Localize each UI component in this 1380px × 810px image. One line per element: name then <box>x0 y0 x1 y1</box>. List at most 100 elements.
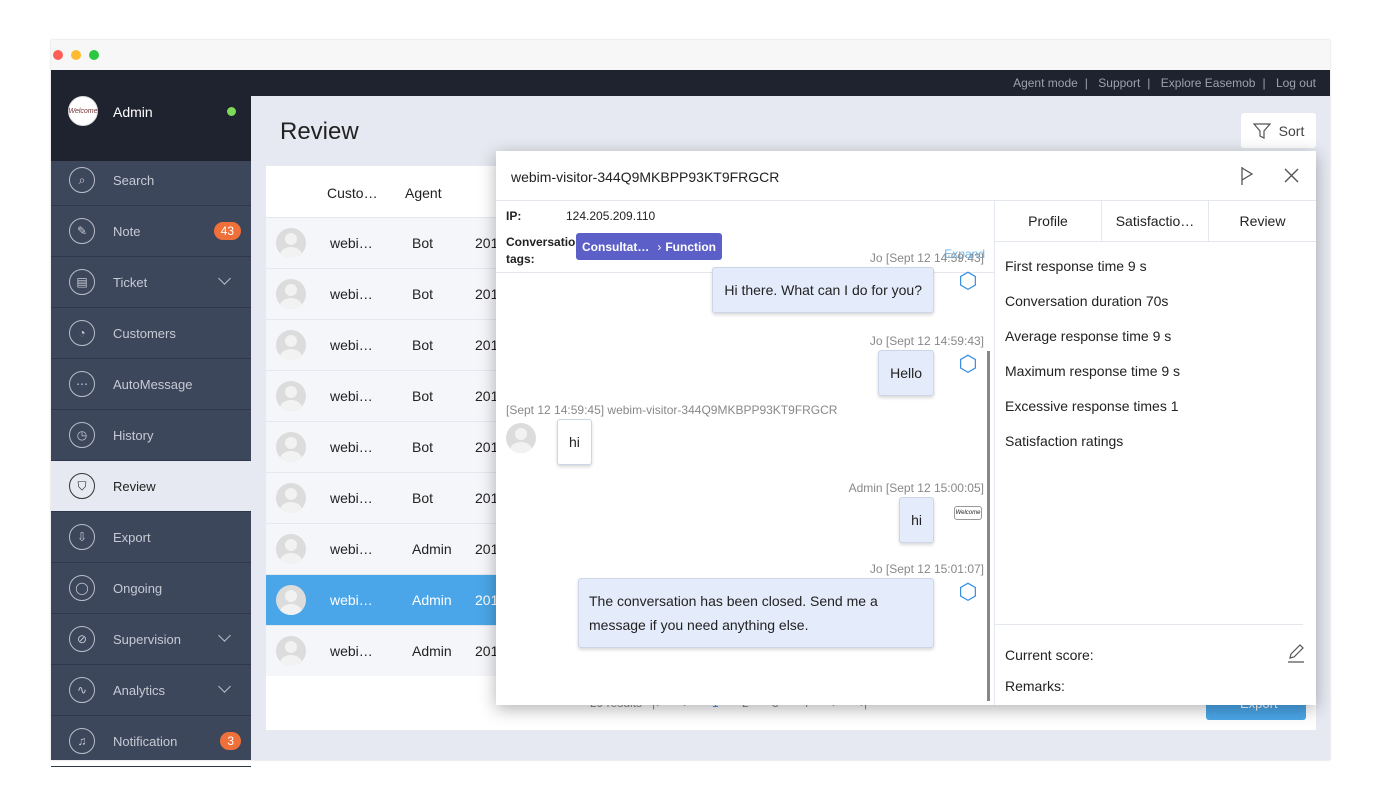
sidebar-item-label: Supervision <box>113 631 181 647</box>
visitor-avatar <box>506 423 536 453</box>
message-meta: [Sept 12 14:59:45] webim-visitor-344Q9MK… <box>506 403 838 417</box>
customer-cell: webi… <box>330 286 373 302</box>
tag-consultation[interactable]: Consultat… <box>576 240 657 254</box>
agent-cell: Admin <box>412 643 452 659</box>
date-cell: 201 <box>475 643 499 659</box>
avatar[interactable]: Welcome <box>68 96 98 126</box>
customer-avatar <box>276 534 306 564</box>
chevron-down-icon[interactable] <box>218 272 231 285</box>
chevron-down-icon[interactable] <box>218 680 231 693</box>
analytics-icon: ∿ <box>69 677 95 703</box>
sidebar-item-notification[interactable]: ♫ Notification 3 <box>51 716 251 767</box>
bot-avatar-icon: ⬡ <box>958 268 978 293</box>
admin-avatar: Welcome <box>954 506 982 520</box>
date-cell: 201 <box>475 286 499 302</box>
maximize-window-button[interactable] <box>89 50 99 60</box>
conversation-tags: Consultat… › Function <box>576 233 722 260</box>
sidebar-item-label: History <box>113 427 154 443</box>
sidebar-item-ongoing[interactable]: ◯ Ongoing <box>51 563 251 614</box>
message-bubble: The conversation has been closed. Send m… <box>578 578 934 648</box>
sidebar-item-label: AutoMessage <box>113 376 193 392</box>
customer-avatar <box>276 330 306 360</box>
sidebar-item-customers[interactable]: ◔ Customers <box>51 308 251 359</box>
history-icon: ◷ <box>69 422 95 448</box>
sidebar-item-ticket[interactable]: ▤ Ticket <box>51 257 251 308</box>
close-icon[interactable] <box>1284 168 1299 183</box>
agent-cell: Bot <box>412 388 434 404</box>
chat-pane: IP: 124.205.209.110 Conversation tags: C… <box>496 201 995 705</box>
sidebar-item-label: Search <box>113 172 155 188</box>
supervision-icon: ⊘ <box>69 626 95 652</box>
tag-function[interactable]: Function <box>661 240 722 254</box>
sidebar-item-label: Customers <box>113 325 176 341</box>
customers-icon: ◔ <box>69 320 95 346</box>
customer-cell: webi… <box>330 541 373 557</box>
explore-link[interactable]: Explore Easemob <box>1161 76 1256 90</box>
tab-review[interactable]: Review <box>1209 201 1316 242</box>
side-panel: Profile Satisfactio… Review First respon… <box>995 201 1316 705</box>
column-header-agent[interactable]: Agent <box>405 185 442 201</box>
sidebar-item-history[interactable]: ◷ History <box>51 410 251 461</box>
column-header-customer[interactable]: Custo… <box>327 185 378 201</box>
agent-cell: Bot <box>412 235 434 251</box>
sidebar-item-label: Notification <box>113 733 178 749</box>
logout-link[interactable]: Log out <box>1276 76 1316 90</box>
sidebar-item-label: Ticket <box>113 274 148 290</box>
tab-satisfaction[interactable]: Satisfactio… <box>1102 201 1209 242</box>
customer-avatar <box>276 432 306 462</box>
review-stat: Excessive response times 1 <box>1005 398 1179 414</box>
count-badge: 3 <box>220 732 241 750</box>
customer-avatar <box>276 585 306 615</box>
date-cell: 201 <box>475 541 499 557</box>
sidebar-item-note[interactable]: ✎ Note 43 <box>51 206 251 257</box>
ip-label: IP: <box>506 209 522 223</box>
date-cell: 201 <box>475 592 499 608</box>
customer-cell: webi… <box>330 439 373 455</box>
edit-pencil-icon[interactable] <box>1287 643 1305 663</box>
sidebar-item-supervision[interactable]: ⊘ Supervision <box>51 614 251 665</box>
sidebar-item-analytics[interactable]: ∿ Analytics <box>51 665 251 716</box>
conversation-detail-modal: webim-visitor-344Q9MKBPP93KT9FRGCR IP: 1… <box>496 151 1316 705</box>
search-icon: ⌕ <box>69 167 95 193</box>
message-bubble: hi <box>899 497 934 543</box>
sidebar-item-automessage[interactable]: ⋯ AutoMessage <box>51 359 251 410</box>
sidebar-item-review[interactable]: ⛉ Review <box>51 461 251 512</box>
agent-cell: Bot <box>412 490 434 506</box>
message-meta: Jo [Sept 12 15:01:07] <box>869 562 984 576</box>
minimize-window-button[interactable] <box>71 50 81 60</box>
message-bubble: Hi there. What can I do for you? <box>712 267 934 313</box>
remarks-label: Remarks: <box>1005 678 1065 694</box>
customer-avatar <box>276 228 306 258</box>
tab-profile[interactable]: Profile <box>995 201 1102 242</box>
sidebar-item-label: Export <box>113 529 151 545</box>
agent-cell: Bot <box>412 337 434 353</box>
note-icon: ✎ <box>69 218 95 244</box>
date-cell: 201 <box>475 337 499 353</box>
agent-mode-link[interactable]: Agent mode <box>1013 76 1078 90</box>
close-window-button[interactable] <box>53 50 63 60</box>
tags-label: Conversation tags: <box>506 235 576 266</box>
automessage-icon: ⋯ <box>69 371 95 397</box>
customer-avatar <box>276 279 306 309</box>
sort-button[interactable]: Sort <box>1241 113 1316 148</box>
review-stat: Satisfaction ratings <box>1005 433 1124 449</box>
online-status-dot <box>227 107 236 116</box>
customer-cell: webi… <box>330 643 373 659</box>
flag-icon[interactable] <box>1240 166 1254 186</box>
chat-scrollbar[interactable] <box>987 351 990 701</box>
message-bubble: hi <box>557 419 592 465</box>
modal-header: webim-visitor-344Q9MKBPP93KT9FRGCR <box>496 151 1316 201</box>
chevron-down-icon[interactable] <box>218 629 231 642</box>
customer-cell: webi… <box>330 235 373 251</box>
customer-avatar <box>276 483 306 513</box>
support-link[interactable]: Support <box>1098 76 1140 90</box>
notification-icon: ♫ <box>69 728 95 754</box>
sidebar-item-export[interactable]: ⇩ Export <box>51 512 251 563</box>
sidebar-header: Welcome Admin <box>51 96 251 161</box>
user-name: Admin <box>113 104 153 120</box>
top-bar: Agent mode | Support | Explore Easemob | Lo… <box>51 70 1330 96</box>
sidebar-item-search[interactable]: ⌕ Search <box>51 155 251 206</box>
sidebar-item-label: Ongoing <box>113 580 163 596</box>
customer-cell: webi… <box>330 388 373 404</box>
sidebar-item-label: Review <box>113 478 156 494</box>
